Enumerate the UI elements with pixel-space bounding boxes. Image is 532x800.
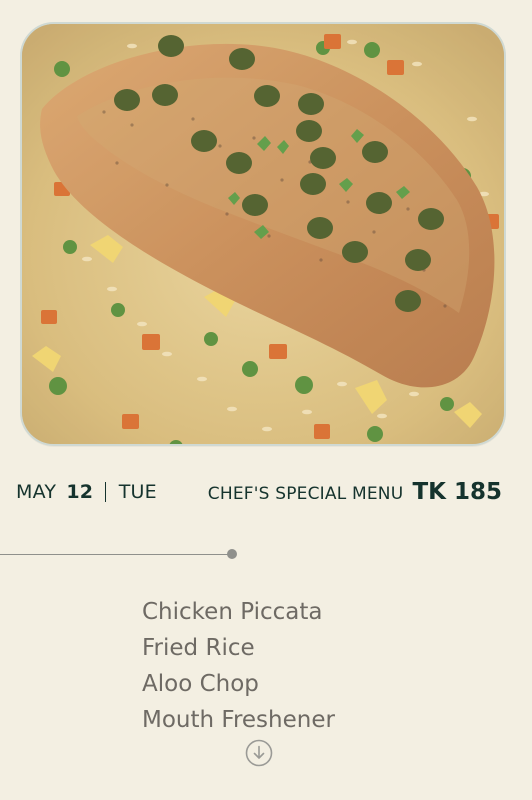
divider-dot <box>227 549 237 559</box>
menu-label: CHEF'S SPECIAL MENU <box>207 484 404 504</box>
dish-photo <box>20 22 506 446</box>
chevron-down-circle-icon[interactable] <box>245 739 273 767</box>
menu-item: Chicken Piccata <box>142 599 323 625</box>
month-label: MAY <box>16 481 57 503</box>
date-display: MAY 12 TUE <box>16 478 157 506</box>
menu-meta-row: MAY 12 TUE CHEF'S SPECIAL MENU TK 185 <box>16 478 502 506</box>
menu-item: Aloo Chop <box>142 671 259 697</box>
date-separator <box>105 481 107 502</box>
divider-line <box>0 554 231 555</box>
menu-item: Mouth Freshener <box>142 707 335 733</box>
menu-items-list: Chicken Piccata Fried Rice Aloo Chop Mou… <box>142 594 335 738</box>
menu-title: CHEF'S SPECIAL MENU TK 185 <box>208 478 502 508</box>
day-label: 12 <box>66 481 94 503</box>
menu-price: TK 185 <box>412 479 502 505</box>
menu-item: Fried Rice <box>142 635 255 661</box>
dish-illustration <box>22 24 504 444</box>
weekday-label: TUE <box>118 481 157 503</box>
